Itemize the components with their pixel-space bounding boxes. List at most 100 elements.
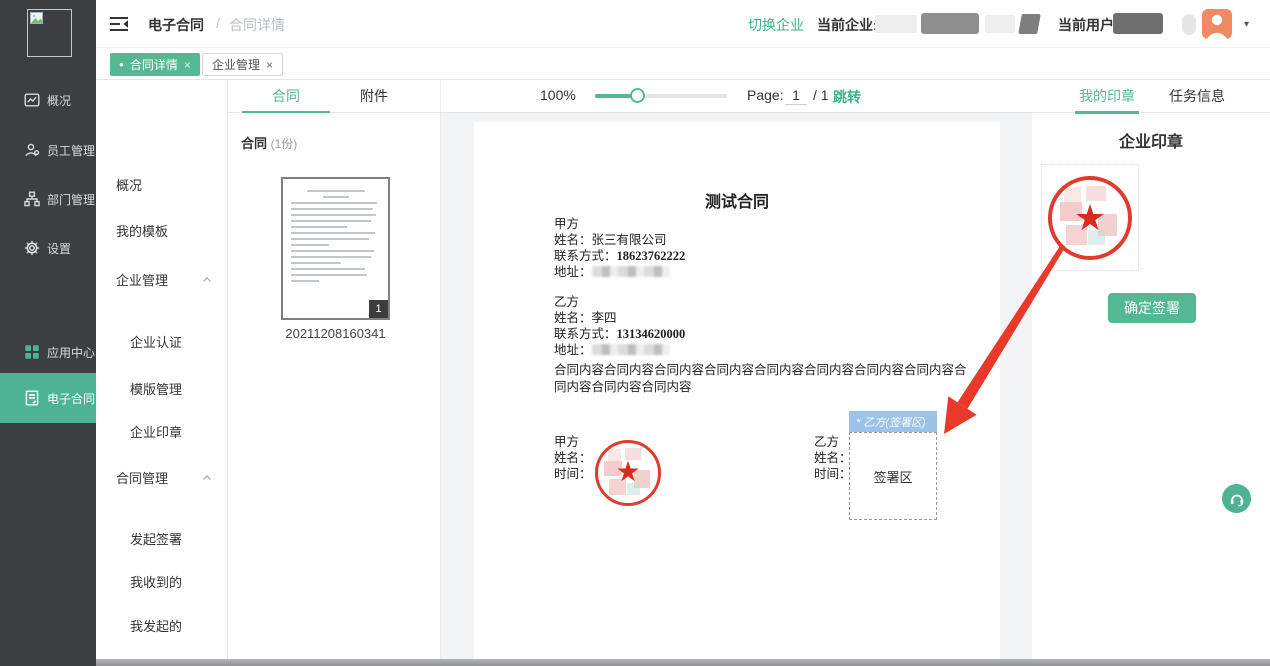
redacted-user-name <box>1182 14 1196 35</box>
party-a-signature-labels: 甲方 姓名： 时间： <box>554 434 592 482</box>
party-b-sign-zone-tag: * 乙方(签署区) <box>849 411 937 432</box>
breadcrumb-current-page: 合同详情 <box>229 15 285 35</box>
sidebar-item-departments[interactable]: 部门管理 <box>0 177 96 221</box>
zoom-slider-thumb[interactable] <box>630 88 645 103</box>
redacted-company-name <box>1018 14 1041 34</box>
redacted-address <box>592 266 670 277</box>
submenu-label: 企业管理 <box>116 270 168 289</box>
seal-star-icon: ★ <box>1074 200 1106 236</box>
submenu-label: 发起签署 <box>130 529 182 548</box>
submenu-item-my-templates[interactable]: 我的模板 <box>96 217 227 243</box>
top-header: 电子合同 / 合同详情 切换企业 当前企业: 当前用户: ▾ <box>96 0 1270 48</box>
submenu-label: 企业印章 <box>130 422 182 441</box>
customer-service-button[interactable] <box>1222 484 1251 513</box>
user-menu-caret-icon[interactable]: ▾ <box>1244 19 1249 30</box>
chevron-up-icon[interactable] <box>203 475 211 480</box>
signing-panel: 我的印章 任务信息 企业印章 ★ 确定签署 <box>1032 80 1270 666</box>
close-icon[interactable]: × <box>266 58 273 72</box>
gear-icon <box>24 240 40 256</box>
party-b-signature-area[interactable]: 签署区 <box>849 432 937 520</box>
party-b-info: 乙方 姓名：李四 联系方式：13134620000 地址： <box>554 294 685 358</box>
contract-page: 测试合同 甲方 姓名：张三有限公司 联系方式：18623762222 地址： 乙… <box>474 122 1000 659</box>
app-center-grid-icon <box>24 344 40 360</box>
party-a-heading: 甲方 <box>554 216 685 232</box>
submenu-label: 企业认证 <box>130 332 182 351</box>
bottom-edge-strip <box>96 659 1270 666</box>
jump-to-page-link[interactable]: 跳转 <box>833 87 861 107</box>
tab-label: 企业管理 <box>212 56 260 73</box>
tab-task-info[interactable]: 任务信息 <box>1165 80 1229 112</box>
chevron-up-icon[interactable] <box>203 277 211 282</box>
company-seal-holder[interactable]: ★ <box>1041 164 1139 271</box>
current-company-label: 当前企业: <box>817 15 878 35</box>
sidebar-item-e-contract[interactable]: 电子合同 <box>0 373 96 423</box>
submenu-item-contract-management[interactable]: 合同管理 <box>96 464 227 490</box>
submenu-item-initiate-signing[interactable]: 发起签署 <box>96 525 227 551</box>
contract-viewer: 100% Page: / 1 跳转 测试合同 甲方 姓名：张三有限公司 联系方式… <box>441 80 1032 666</box>
redacted-company-name <box>921 13 979 34</box>
submenu-label: 合同管理 <box>116 468 168 487</box>
contract-page-thumbnail[interactable]: 1 <box>281 177 390 320</box>
tab-company-management[interactable]: 企业管理 × <box>202 53 283 76</box>
viewer-toolbar: 100% Page: / 1 跳转 <box>441 80 1032 113</box>
sidebar-item-employees[interactable]: 员工管理 <box>0 128 96 172</box>
document-list-panel: 合同 附件 合同 (1份) 1 20211208160341 <box>228 80 441 666</box>
party-a-name: 姓名：张三有限公司 <box>554 232 685 248</box>
party-b-address: 地址： <box>554 342 685 358</box>
breadcrumb-section[interactable]: 电子合同 <box>148 15 204 35</box>
headset-icon <box>1229 491 1245 507</box>
zoom-value: 100% <box>540 87 576 103</box>
departments-tree-icon <box>24 191 40 207</box>
party-b-name: 姓名：李四 <box>554 310 685 326</box>
menu-fold-icon[interactable] <box>110 17 128 31</box>
submenu-item-company-certification[interactable]: 企业认证 <box>96 328 227 354</box>
sidebar-item-settings[interactable]: 设置 <box>0 226 96 270</box>
submenu-item-template-management[interactable]: 模版管理 <box>96 375 227 401</box>
user-avatar[interactable] <box>1202 9 1232 39</box>
sidebar-item-label: 设置 <box>47 240 71 257</box>
redacted-address <box>592 344 670 355</box>
overview-chart-icon <box>24 92 40 108</box>
company-seal-image[interactable]: ★ <box>1048 176 1132 260</box>
contract-title: 测试合同 <box>474 188 1000 212</box>
submenu-item-company-management[interactable]: 企业管理 <box>96 266 227 292</box>
open-tabs-bar: ● 合同详情 × 企业管理 × <box>96 48 1270 80</box>
sidebar-item-overview[interactable]: 概况 <box>0 78 96 122</box>
document-tabs: 合同 附件 <box>228 80 441 113</box>
sidebar-item-app-center[interactable]: 应用中心 <box>0 330 96 374</box>
contract-section-header: 合同 (1份) <box>241 133 297 152</box>
person-icon <box>1202 9 1232 39</box>
switch-company-link[interactable]: 切换企业 <box>748 15 804 35</box>
redacted-company-name <box>875 15 917 33</box>
tab-contract-detail[interactable]: ● 合同详情 × <box>110 53 200 76</box>
page-total: / 1 <box>813 87 829 103</box>
submenu-item-received[interactable]: 我收到的 <box>96 568 227 594</box>
sidebar-item-label: 应用中心 <box>47 344 95 361</box>
active-tab-underline <box>242 111 330 113</box>
secondary-sidebar: 概况 我的模板 企业管理 企业认证 模版管理 企业印章 合同管理 发起签署 我收… <box>96 80 228 666</box>
party-b-heading: 乙方 <box>554 294 685 310</box>
primary-sidebar: 概况 员工管理 部门管理 设置 应 <box>0 0 96 666</box>
party-a-info: 甲方 姓名：张三有限公司 联系方式：18623762222 地址： <box>554 216 685 280</box>
submenu-item-overview[interactable]: 概况 <box>96 171 227 197</box>
party-a-address: 地址： <box>554 264 685 280</box>
redacted-company-name <box>985 15 1015 33</box>
tab-my-seal[interactable]: 我的印章 <box>1075 80 1139 112</box>
close-icon[interactable]: × <box>184 58 191 72</box>
submenu-item-company-seal[interactable]: 企业印章 <box>96 418 227 444</box>
current-user-label: 当前用户: <box>1058 15 1119 35</box>
tab-label: 合同详情 <box>130 56 178 73</box>
page-number-input[interactable] <box>785 85 807 105</box>
tab-attachment[interactable]: 附件 <box>330 80 418 112</box>
zoom-slider-track[interactable] <box>595 94 727 98</box>
party-b-signature-labels: 乙方 姓名： 时间： <box>814 434 852 482</box>
confirm-sign-button[interactable]: 确定签署 <box>1108 293 1196 323</box>
app-logo[interactable] <box>27 9 72 57</box>
tab-contract[interactable]: 合同 <box>242 80 330 112</box>
sidebar-item-label: 部门管理 <box>47 191 95 208</box>
submenu-label: 我发起的 <box>130 616 182 635</box>
sidebar-item-label: 概况 <box>47 92 71 109</box>
company-seal-title: 企业印章 <box>1032 128 1270 152</box>
party-b-phone: 联系方式：13134620000 <box>554 326 685 342</box>
submenu-item-initiated-by-me[interactable]: 我发起的 <box>96 612 227 638</box>
